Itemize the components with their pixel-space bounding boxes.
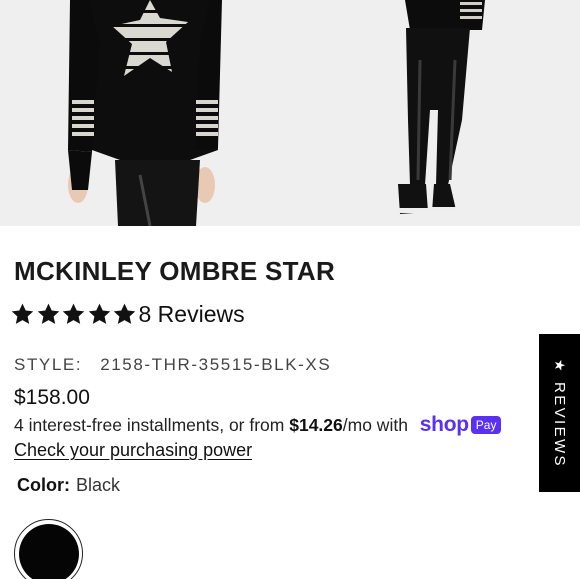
color-label: Color: — [17, 475, 70, 495]
star-icon — [11, 303, 34, 324]
reviews-tab-label: REVIEWS — [551, 381, 568, 468]
product-image-full[interactable] — [290, 0, 580, 226]
product-title: MCKINLEY OMBRE STAR — [14, 256, 336, 286]
style-number: STYLE: 2158-THR-35515-BLK-XS — [14, 355, 331, 375]
star-rating[interactable] — [10, 302, 138, 327]
color-value: Black — [76, 475, 121, 495]
product-price: $158.00 — [14, 386, 90, 409]
star-icon — [62, 303, 85, 324]
style-value: 2158-THR-35515-BLK-XS — [100, 355, 332, 374]
star-icon — [88, 303, 110, 324]
shop-pay-word: shop — [419, 413, 469, 436]
star-icon — [37, 303, 59, 324]
shop-pay-badge: Pay — [470, 416, 502, 434]
color-selection-label: Color: Black — [17, 475, 120, 496]
style-label: STYLE: — [14, 355, 83, 374]
product-image-front[interactable] — [0, 0, 290, 226]
installments-message: 4 interest-free installments, or from $1… — [14, 413, 502, 437]
installments-prefix: 4 interest-free installments, or from — [14, 414, 290, 435]
installments-amount: $14.26 — [289, 414, 343, 435]
reviews-count-link[interactable]: 8 Reviews — [139, 301, 245, 328]
color-swatch-fill — [18, 523, 79, 579]
product-image-gallery[interactable] — [0, 0, 580, 226]
color-swatch-black[interactable] — [14, 519, 83, 579]
installments-suffix: /mo with — [342, 414, 413, 435]
rating-row[interactable]: 8 Reviews — [10, 300, 245, 328]
star-icon: ★ — [552, 358, 568, 374]
shop-pay-logo[interactable]: shop Pay — [420, 413, 502, 437]
star-icon — [113, 303, 136, 324]
check-purchasing-power-link[interactable]: Check your purchasing power — [14, 440, 252, 461]
reviews-side-tab[interactable]: ★ REVIEWS — [539, 334, 580, 492]
